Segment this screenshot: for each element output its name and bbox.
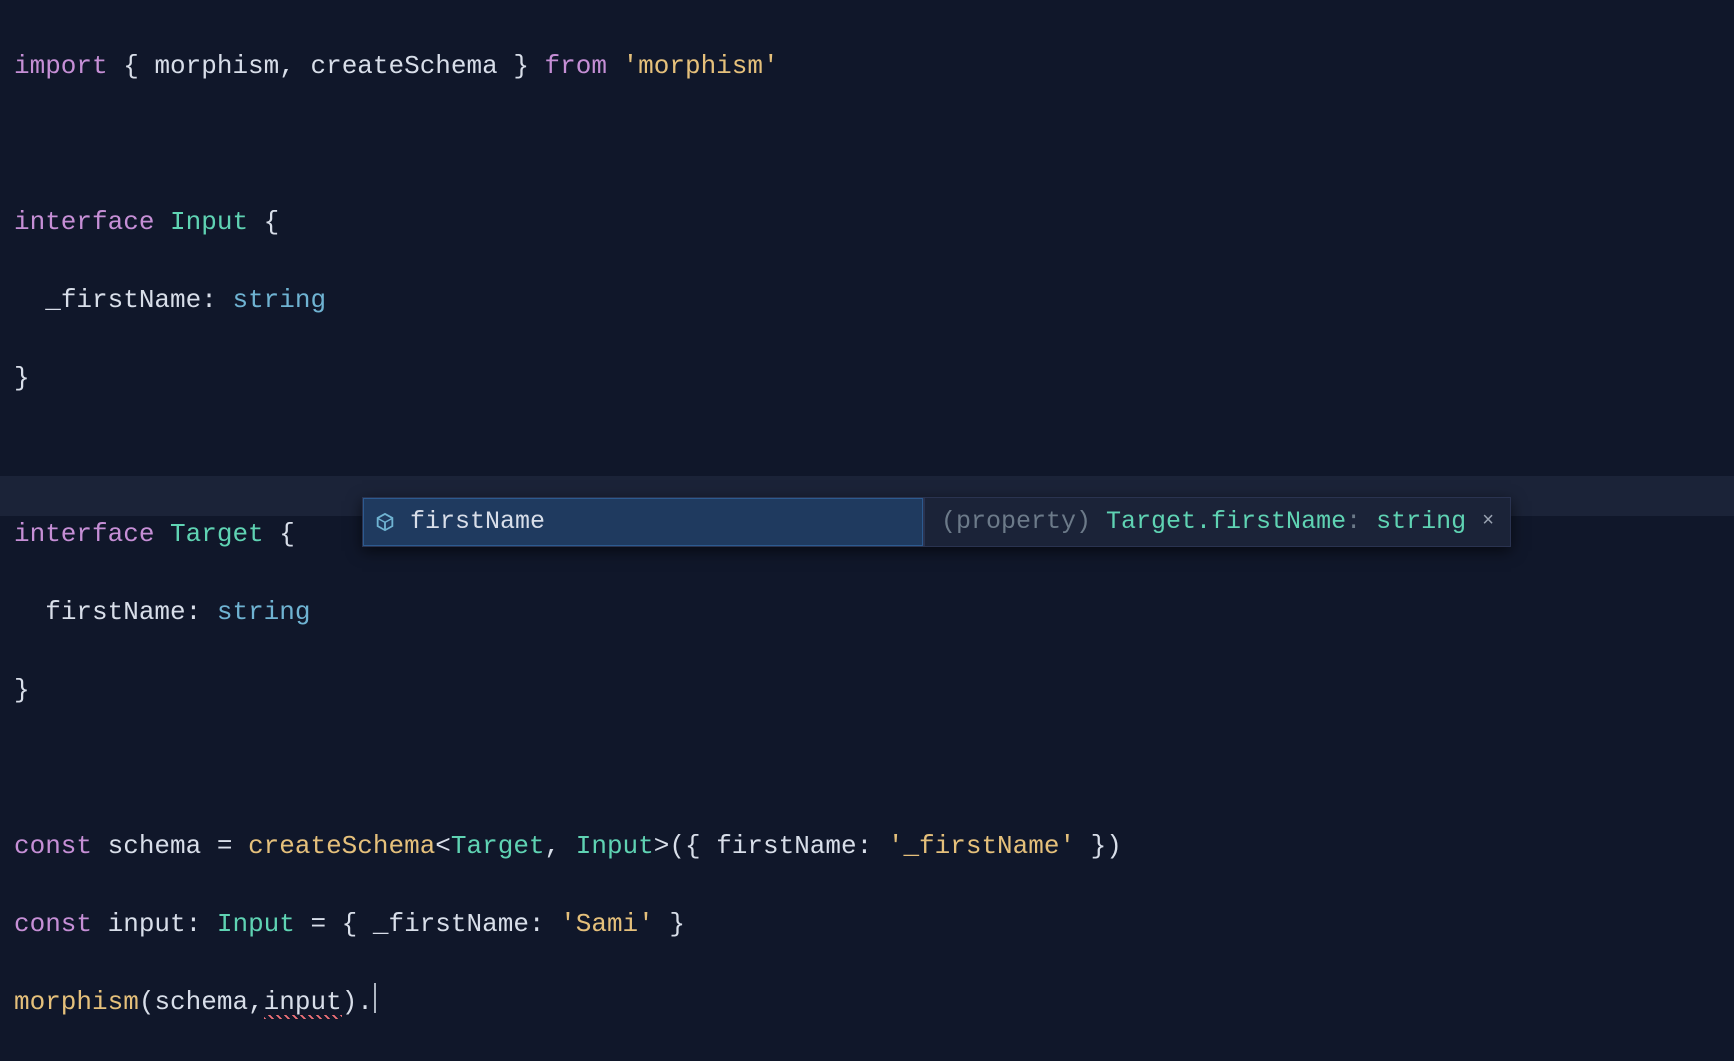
autocomplete-item[interactable]: firstName [363,498,923,546]
autocomplete-list[interactable]: firstName [362,497,924,547]
code-line[interactable]: interface Input { [14,203,1720,242]
code-line[interactable]: morphism(schema,input). [14,983,1720,1022]
autocomplete-item-label: firstName [410,503,545,541]
property-icon [374,511,396,533]
code-line[interactable]: import { morphism, createSchema } from '… [14,47,1720,86]
code-line[interactable]: } [14,359,1720,398]
code-line[interactable]: const input: Input = { _firstName: 'Sami… [14,905,1720,944]
code-line[interactable] [14,749,1720,788]
close-icon[interactable]: × [1482,507,1494,537]
code-line[interactable]: _firstName: string [14,281,1720,320]
code-line[interactable] [14,125,1720,164]
autocomplete-detail: (property) Target.firstName: string × [924,497,1511,547]
code-line[interactable]: firstName: string [14,593,1720,632]
text-cursor [374,983,376,1013]
autocomplete-popup: firstName (property) Target.firstName: s… [362,497,1511,547]
code-line[interactable]: } [14,671,1720,710]
error-underline: input [264,987,342,1019]
code-line[interactable] [14,437,1720,476]
code-line[interactable]: const schema = createSchema<Target, Inpu… [14,827,1720,866]
